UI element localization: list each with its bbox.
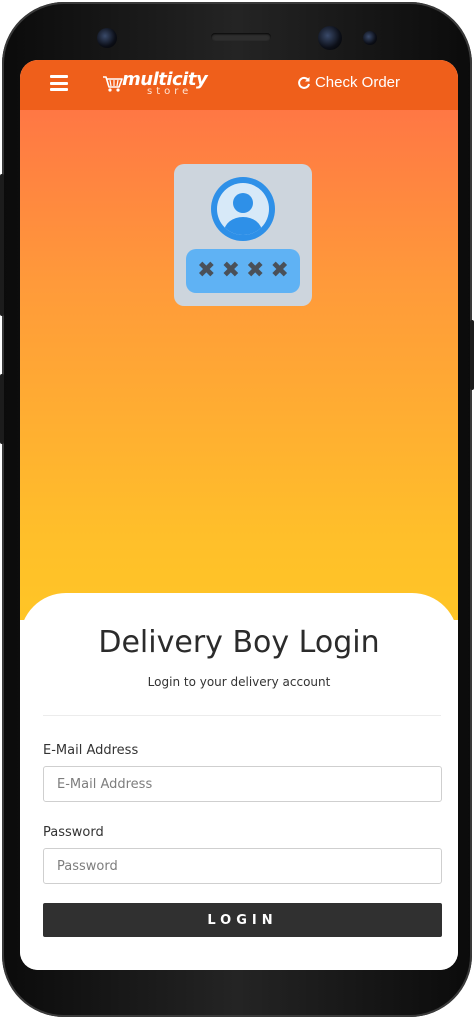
hamburger-menu-icon[interactable] — [50, 75, 68, 91]
pin-mask-char: ✖ — [197, 258, 216, 283]
page-subtitle: Login to your delivery account — [147, 675, 331, 689]
refresh-icon — [298, 76, 310, 89]
brand-subtitle: store — [147, 86, 193, 97]
login-button[interactable]: LOGIN — [43, 903, 442, 937]
page-title: Delivery Boy Login — [98, 625, 380, 660]
front-sensor — [97, 28, 117, 48]
pin-mask-char: ✖ — [270, 258, 289, 283]
check-order-link[interactable]: Check Order — [297, 74, 400, 91]
divider — [43, 715, 441, 716]
pin-field-graphic: ✖ ✖ ✖ ✖ — [186, 249, 300, 293]
app-screen: multicity store Check Order ✖ ✖ ✖ ✖ Deli… — [20, 60, 458, 970]
power-button — [470, 320, 474, 390]
front-camera — [318, 26, 342, 50]
pin-mask-char: ✖ — [246, 258, 265, 283]
app-header: multicity store Check Order — [20, 60, 458, 110]
email-field[interactable] — [43, 766, 442, 802]
iris-sensor — [363, 31, 377, 45]
bixby-button — [0, 374, 4, 444]
phone-frame: multicity store Check Order ✖ ✖ ✖ ✖ Deli… — [0, 2, 474, 1017]
password-field[interactable] — [43, 848, 442, 884]
volume-button — [0, 174, 4, 316]
pin-mask-char: ✖ — [221, 258, 240, 283]
password-label: Password — [43, 825, 104, 840]
hero-gradient — [20, 60, 458, 620]
login-card: Delivery Boy Login Login to your deliver… — [20, 593, 458, 970]
earpiece-speaker — [211, 33, 271, 41]
shopping-cart-icon — [103, 76, 123, 92]
email-label: E-Mail Address — [43, 743, 139, 758]
user-avatar-icon — [211, 177, 275, 241]
login-illustration: ✖ ✖ ✖ ✖ — [174, 164, 312, 306]
check-order-label: Check Order — [314, 74, 400, 91]
brand-logo[interactable]: multicity store — [102, 69, 208, 101]
